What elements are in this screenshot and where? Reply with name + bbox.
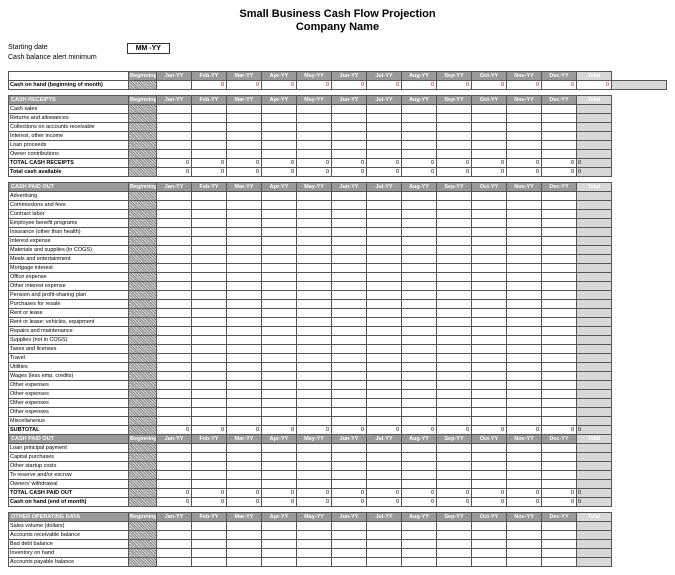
paidout2-row-2: Other startup costs (9, 461, 129, 470)
col-month-8: Sep-YY (437, 71, 472, 80)
paidout-row-11: Pension and profit-sharing plan (9, 290, 129, 299)
paidout-row-14: Rent or lease: vehicles, equipment (9, 317, 129, 326)
paidout2-row-4: Owners' withdrawal (9, 479, 129, 488)
col-month-1: Feb-YY (192, 71, 227, 80)
receipts-row-4: Loan proceeds (9, 140, 129, 149)
doc-subtitle: Company Name (8, 21, 667, 33)
row-cash-available: Total cash available (9, 167, 129, 176)
paidout2-row-1: Capital purchases (9, 452, 129, 461)
paidout-row-15: Repairs and maintenance (9, 326, 129, 335)
paidout-row-1: Commissions and fees (9, 200, 129, 209)
paidout-row-17: Taxes and licenses (9, 344, 129, 353)
row-cash-begin: Cash on hand (beginning of month) (9, 80, 129, 89)
section-paidout2: CASH PAID OUT (9, 434, 129, 443)
other-row-1: Accounts receivable balance (9, 530, 129, 539)
paidout-row-24: Other expenses (9, 407, 129, 416)
receipts-row-1: Returns and allowances (9, 113, 129, 122)
col-month-0: Jan-YY (157, 71, 192, 80)
col-month-10: Nov-YY (507, 71, 542, 80)
paidout-row-7: Meals and entertainment (9, 254, 129, 263)
other-row-0: Sales volume (dollars) (9, 521, 129, 530)
paidout-row-0: Advertising (9, 191, 129, 200)
cashflow-table: BeginningJan-YYFeb-YYMar-YYApr-YYMay-YYJ… (8, 71, 667, 567)
paidout-row-16: Supplies (not in COGS) (9, 335, 129, 344)
col-month-11: Dec-YY (542, 71, 577, 80)
alert-min-label: Cash balance alert minimum (8, 53, 97, 63)
doc-title: Small Business Cash Flow Projection (8, 8, 667, 20)
paidout-row-2: Contract labor (9, 209, 129, 218)
paidout-row-20: Wages (less emp. credits) (9, 371, 129, 380)
row-total-receipts: TOTAL CASH RECEIPTS (9, 158, 129, 167)
col-month-6: Jul-YY (367, 71, 402, 80)
other-row-2: Bad debt balance (9, 539, 129, 548)
meta-block: Starting date Cash balance alert minimum… (8, 43, 667, 63)
other-row-3: Inventory on hand (9, 548, 129, 557)
paidout-row-10: Other interest expense (9, 281, 129, 290)
col-month-3: Apr-YY (262, 71, 297, 80)
col-beginning: Beginning (129, 71, 157, 80)
row-total-paidout: TOTAL CASH PAID OUT (9, 488, 129, 497)
row-cash-end: Cash on hand (end of month) (9, 497, 129, 506)
col-month-2: Mar-YY (227, 71, 262, 80)
paidout-row-5: Interest expense (9, 236, 129, 245)
paidout-row-4: Insurance (other than health) (9, 227, 129, 236)
section-paidout: CASH PAID OUT (9, 182, 129, 191)
receipts-row-2: Collections on accounts receivable (9, 122, 129, 131)
paidout-row-12: Purchases for resale (9, 299, 129, 308)
paidout-row-9: Office expense (9, 272, 129, 281)
col-month-5: Jun-YY (332, 71, 367, 80)
receipts-row-3: Interest, other income (9, 131, 129, 140)
paidout2-row-0: Loan principal payment (9, 443, 129, 452)
paidout-row-21: Other expenses (9, 380, 129, 389)
col-total: Total (577, 71, 612, 80)
receipts-row-5: Owner contributions (9, 149, 129, 158)
paidout-row-13: Rent or lease (9, 308, 129, 317)
starting-date-label: Starting date (8, 43, 97, 53)
paidout-row-23: Other expenses (9, 398, 129, 407)
paidout-row-8: Mortgage interest (9, 263, 129, 272)
row-subtotal: SUBTOTAL (9, 425, 129, 434)
section-header (9, 71, 129, 80)
receipts-row-0: Cash sales (9, 104, 129, 113)
section-receipts: CASH RECEIPTS (9, 95, 129, 104)
paidout-row-18: Travel (9, 353, 129, 362)
paidout-row-22: Other expenses (9, 389, 129, 398)
col-month-4: May-YY (297, 71, 332, 80)
paidout-row-6: Materials and supplies (in COGS) (9, 245, 129, 254)
paidout-row-19: Utilities (9, 362, 129, 371)
col-month-7: Aug-YY (402, 71, 437, 80)
starting-date-input[interactable]: MM -YY (127, 43, 170, 54)
other-row-4: Accounts payable balance (9, 557, 129, 566)
paidout-row-25: Miscellaneous (9, 416, 129, 425)
paidout-row-3: Employee benefit programs (9, 218, 129, 227)
paidout2-row-3: To reserve and/or escrow (9, 470, 129, 479)
col-month-9: Oct-YY (472, 71, 507, 80)
